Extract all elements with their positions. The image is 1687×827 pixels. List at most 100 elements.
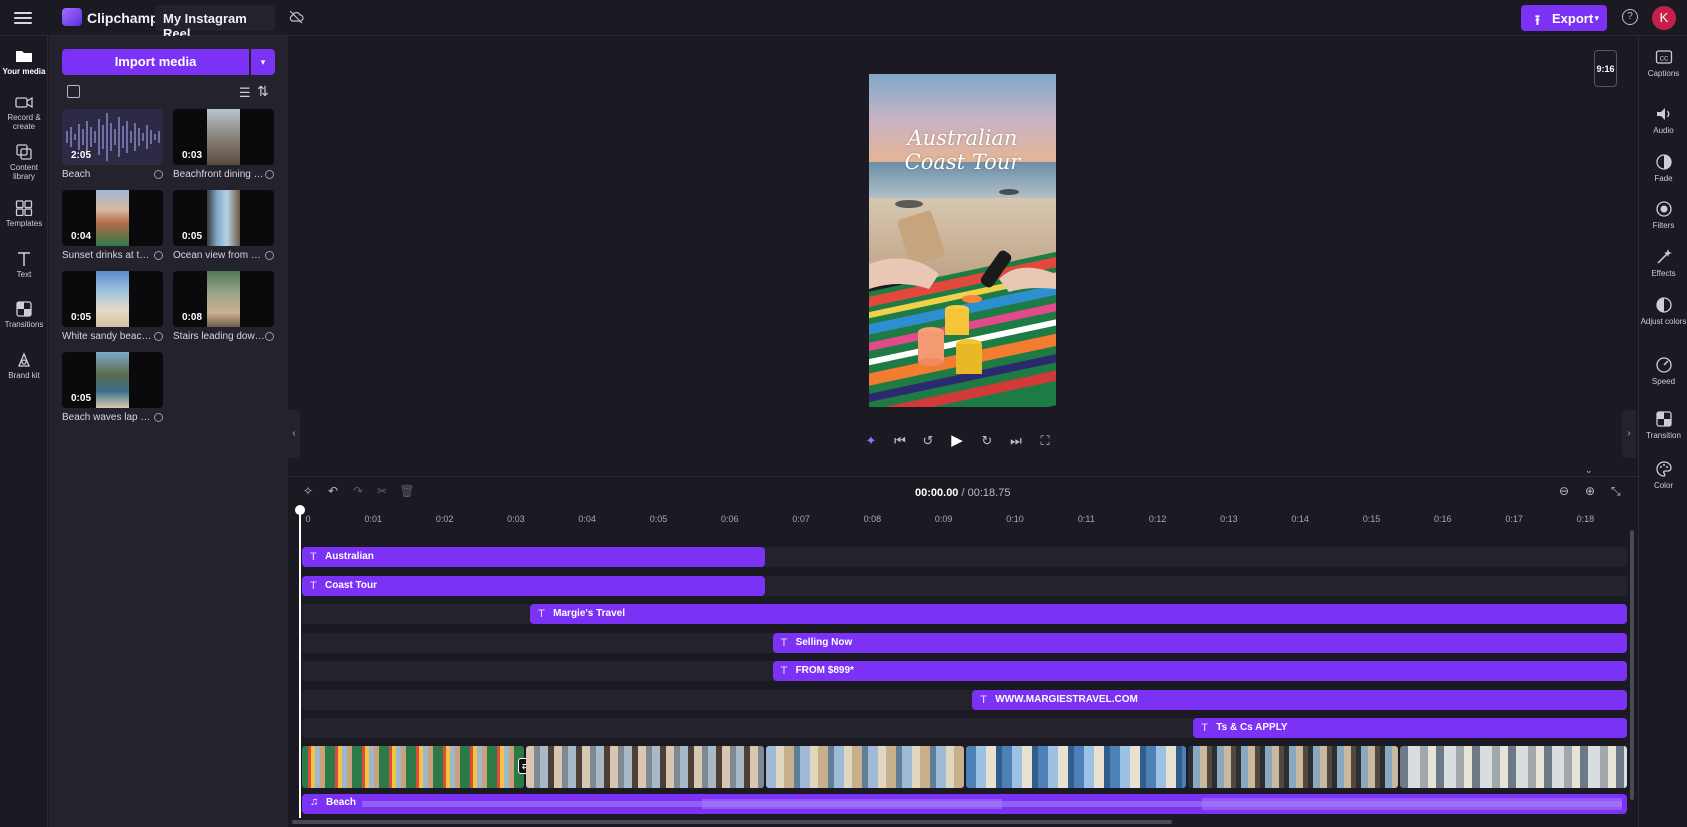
player-controls: ✦ ⏮ ↺ ▶ ↻ ⏭ ⛶ <box>862 432 1062 450</box>
rewind-5s-icon[interactable]: ↺ <box>919 432 937 450</box>
media-item[interactable]: 2:05 Beach <box>62 109 163 181</box>
video-clip[interactable] <box>766 746 964 788</box>
magic-tool-icon[interactable]: ✧ <box>300 483 316 499</box>
sort-icon[interactable]: ⇅ <box>257 83 269 100</box>
collapse-properties-panel-button[interactable]: › <box>1622 410 1636 458</box>
split-scissors-icon[interactable]: ✂ <box>374 483 390 499</box>
media-select-circle[interactable] <box>154 413 163 422</box>
media-select-circle[interactable] <box>265 332 274 341</box>
audio-clip[interactable]: ♫ Beach <box>302 794 1627 814</box>
rail-item-record-create[interactable]: Record & create <box>0 94 48 131</box>
help-icon[interactable]: ? <box>1622 9 1638 25</box>
zoom-out-icon[interactable]: ⊖ <box>1559 484 1569 498</box>
text-clip[interactable]: T Margie's Travel <box>530 604 1627 624</box>
rail-item-captions[interactable]: CC Captions <box>1639 48 1687 78</box>
timeline-horizontal-scrollbar[interactable] <box>292 820 1172 824</box>
project-name-field[interactable]: My Instagram Reel <box>155 5 275 41</box>
select-all-checkbox[interactable] <box>67 85 80 98</box>
adjust-colors-icon <box>1655 297 1672 313</box>
media-item[interactable]: 0:05 Beach waves lap ov... <box>62 352 163 424</box>
rail-item-audio[interactable]: Audio <box>1639 105 1687 135</box>
text-clip[interactable]: T FROM $899* <box>772 661 1627 681</box>
text-clip[interactable]: T Selling Now <box>772 633 1627 653</box>
filter-icon[interactable]: ☰ <box>239 85 251 101</box>
playhead-handle[interactable] <box>295 505 305 515</box>
collapse-media-panel-button[interactable]: ‹ <box>288 410 300 458</box>
rail-item-effects[interactable]: Effects <box>1639 248 1687 278</box>
media-select-circle[interactable] <box>154 332 163 341</box>
media-thumbnail: 0:05 <box>62 271 163 327</box>
fit-to-screen-icon[interactable]: ⤡ <box>1611 484 1621 499</box>
media-thumbnail: 0:08 <box>173 271 274 327</box>
magic-edit-icon[interactable]: ✦ <box>862 432 880 450</box>
rail-item-brand-kit[interactable]: Brand kit <box>0 352 48 380</box>
text-clip[interactable]: T Ts & Cs APPLY <box>1193 718 1627 738</box>
hamburger-menu-icon[interactable] <box>14 9 32 27</box>
forward-5s-icon[interactable]: ↻ <box>978 432 996 450</box>
media-select-circle[interactable] <box>154 170 163 179</box>
text-clip[interactable]: T Coast Tour <box>302 576 766 596</box>
rail-item-fade[interactable]: Fade <box>1639 153 1687 183</box>
rail-item-transition[interactable]: Transition <box>1639 410 1687 440</box>
media-item[interactable]: 0:04 Sunset drinks at the... <box>62 190 163 262</box>
rail-item-label: Transition <box>1646 431 1681 440</box>
folder-icon <box>16 51 32 62</box>
media-select-circle[interactable] <box>265 251 274 260</box>
rail-item-templates[interactable]: Templates <box>0 200 48 228</box>
collapse-timeline-icon[interactable]: ⌄ <box>1585 465 1593 476</box>
rail-item-content-library[interactable]: Content library <box>0 144 48 181</box>
media-item[interactable]: 0:05 Ocean view from wi... <box>173 190 274 262</box>
effects-icon <box>1656 249 1672 264</box>
ruler-tick-label: 0:02 <box>435 514 454 524</box>
properties-rail: CC Captions Audio Fade Filters Effects A… <box>1638 36 1687 827</box>
rail-item-color[interactable]: Color <box>1639 460 1687 490</box>
video-clip[interactable] <box>302 746 524 788</box>
skip-to-end-icon[interactable]: ⏭ <box>1007 432 1025 450</box>
video-clip[interactable] <box>1400 746 1627 788</box>
skip-to-start-icon[interactable]: ⏮ <box>891 432 909 450</box>
ruler-tick-label: 0:05 <box>649 514 668 524</box>
text-clip-label: WWW.MARGIESTRAVEL.COM <box>995 694 1138 705</box>
video-clip[interactable] <box>1188 746 1398 788</box>
text-clip[interactable]: T WWW.MARGIESTRAVEL.COM <box>972 690 1627 710</box>
text-clip-label: Margie's Travel <box>553 608 626 619</box>
rail-item-transitions[interactable]: Transitions <box>0 301 48 329</box>
zoom-in-icon[interactable]: ⊕ <box>1585 484 1595 498</box>
aspect-ratio-button[interactable]: 9:16 <box>1594 50 1617 87</box>
media-duration: 0:08 <box>182 312 203 323</box>
media-item[interactable]: 0:05 White sandy beach ... <box>62 271 163 343</box>
delete-icon[interactable]: 🗑 <box>399 483 415 499</box>
avatar[interactable]: K <box>1652 6 1676 30</box>
rail-item-speed[interactable]: Speed <box>1639 356 1687 386</box>
media-select-circle[interactable] <box>154 251 163 260</box>
timeline-vertical-scrollbar[interactable] <box>1630 530 1634 800</box>
timeline-ruler[interactable]: 0 0:01 0:02 0:03 0:04 0:05 0:06 0:07 0:08 0:09 0:1… <box>300 508 1630 528</box>
media-panel: Import media ▾ ☰ ⇅ 2:05 Beach 0:03 Beach… <box>49 36 288 827</box>
media-select-circle[interactable] <box>265 170 274 179</box>
rail-item-filters[interactable]: Filters <box>1639 200 1687 230</box>
media-item[interactable]: 0:08 Stairs leading down... <box>173 271 274 343</box>
app-name: Clipchamp <box>87 10 159 26</box>
video-preview-frame[interactable]: Australian Coast Tour <box>869 74 1056 407</box>
fullscreen-icon[interactable]: ⛶ <box>1036 432 1054 450</box>
import-dropdown-button[interactable]: ▾ <box>251 49 275 75</box>
play-icon[interactable]: ▶ <box>948 432 966 450</box>
text-clip[interactable]: T Australian <box>302 547 766 567</box>
import-media-button[interactable]: Import media <box>62 49 249 75</box>
rail-item-adjust-colors[interactable]: Adjust colors <box>1639 296 1687 326</box>
media-item[interactable]: 0:03 Beachfront dining a... <box>173 109 274 181</box>
export-button[interactable]: ⭱ Export ▾ <box>1521 5 1607 31</box>
playhead[interactable] <box>299 506 301 818</box>
transition-icon <box>1655 411 1672 427</box>
redo-icon[interactable]: ↷ <box>350 483 366 499</box>
media-name: Ocean view from wi... <box>173 250 265 261</box>
video-clip[interactable] <box>526 746 764 788</box>
current-time: 00:00.00 <box>915 487 959 499</box>
library-icon <box>16 144 32 160</box>
video-clip[interactable] <box>966 746 1186 788</box>
overlay-title-line2: Coast Tour <box>904 150 1021 174</box>
rail-item-text[interactable]: Text <box>0 251 48 279</box>
undo-icon[interactable]: ↶ <box>325 483 341 499</box>
media-name: Sunset drinks at the... <box>62 250 154 261</box>
rail-item-your-media[interactable]: Your media <box>0 48 48 76</box>
